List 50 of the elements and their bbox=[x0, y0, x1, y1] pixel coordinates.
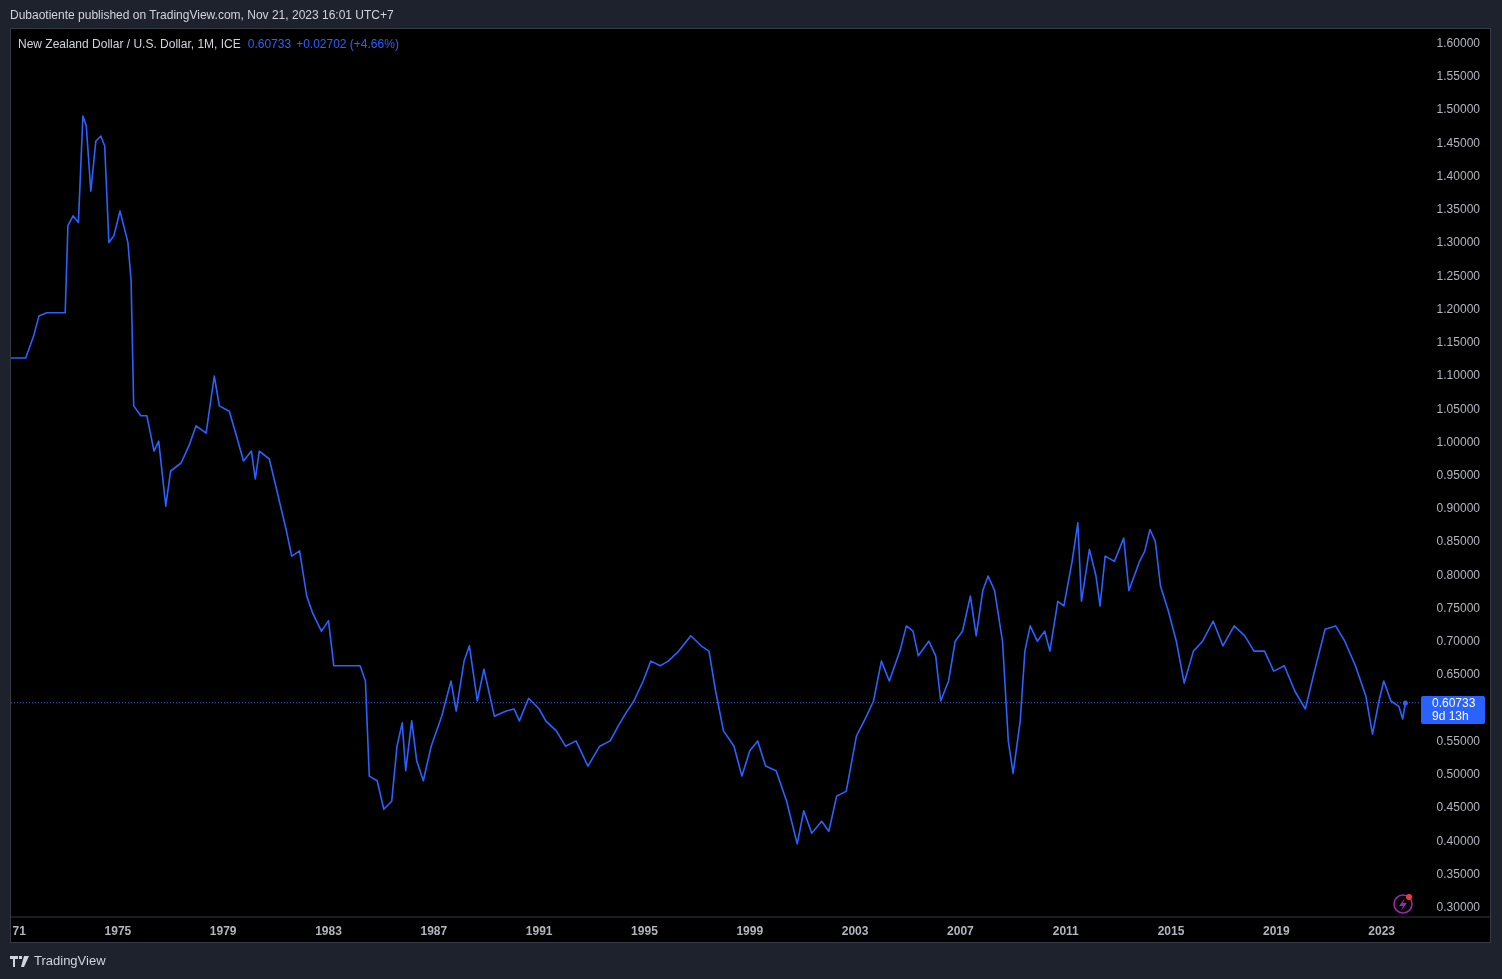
x-axis-label: 1979 bbox=[209, 924, 237, 938]
tradingview-logo-icon[interactable] bbox=[10, 955, 30, 967]
y-axis-label: 0.95000 bbox=[1436, 468, 1481, 482]
x-axis-label: 2015 bbox=[1157, 924, 1185, 938]
x-axis-label: 2007 bbox=[947, 924, 974, 938]
x-axis-label: 1995 bbox=[631, 924, 658, 938]
x-axis-label: 2003 bbox=[841, 924, 869, 938]
y-axis-label: 0.30000 bbox=[1436, 900, 1481, 915]
y-axis-label: 0.70000 bbox=[1436, 634, 1481, 649]
y-axis-label: 1.40000 bbox=[1436, 168, 1481, 183]
x-axis-label: 1975 bbox=[104, 924, 132, 938]
y-axis-label: 0.35000 bbox=[1436, 866, 1481, 881]
x-axis-label: 1999 bbox=[736, 924, 764, 938]
x-axis-label: 1987 bbox=[420, 924, 448, 938]
x-axis-label: 1991 bbox=[525, 924, 553, 938]
symbol-title: New Zealand Dollar / U.S. Dollar, 1M, ICE bbox=[18, 37, 241, 51]
y-axis-label: 0.40000 bbox=[1436, 833, 1481, 848]
last-point-marker bbox=[1402, 700, 1408, 706]
y-axis-label: 1.30000 bbox=[1436, 235, 1481, 250]
lightning-icon[interactable] bbox=[1393, 894, 1413, 914]
publisher-line: Dubaotiente published on TradingView.com, Nov 21, 2023 16:01 UTC+7 bbox=[9, 7, 395, 24]
y-axis-label: 0.75000 bbox=[1436, 600, 1481, 615]
x-axis-label: 2011 bbox=[1052, 924, 1079, 938]
y-axis-label: 1.10000 bbox=[1436, 368, 1481, 383]
y-axis-label: 0.80000 bbox=[1436, 567, 1481, 582]
x-axis-label: 2023 bbox=[1368, 924, 1396, 938]
price-change: +0.02702 (+4.66%) bbox=[296, 37, 399, 51]
y-axis-label: 1.50000 bbox=[1436, 102, 1481, 117]
x-axis-label: 1983 bbox=[315, 924, 342, 938]
y-axis-label: 1.20000 bbox=[1436, 301, 1481, 316]
ref-line-label: 0.60733 bbox=[1432, 696, 1477, 710]
y-axis-label: 1.00000 bbox=[1436, 434, 1481, 449]
y-axis-label: 1.45000 bbox=[1436, 135, 1481, 150]
y-axis-label: 0.85000 bbox=[1436, 534, 1481, 549]
y-axis-label: 1.15000 bbox=[1436, 335, 1481, 350]
y-axis-label: 0.55000 bbox=[1436, 733, 1481, 748]
x-axis-label: 71 bbox=[12, 924, 26, 938]
brand-name[interactable]: TradingView bbox=[34, 951, 106, 971]
y-axis-label: 1.25000 bbox=[1436, 268, 1481, 283]
y-axis-label: 0.90000 bbox=[1436, 501, 1481, 516]
y-axis-label: 0.50000 bbox=[1436, 767, 1481, 782]
last-price: 0.60733 bbox=[247, 37, 292, 51]
x-axis-label: 2019 bbox=[1263, 924, 1290, 938]
y-axis-label: 0.45000 bbox=[1436, 800, 1481, 815]
y-axis-label: 0.65000 bbox=[1436, 667, 1481, 682]
y-axis-label: 1.05000 bbox=[1436, 401, 1481, 416]
y-axis-label: 1.55000 bbox=[1436, 69, 1481, 84]
y-axis-label: 1.35000 bbox=[1436, 202, 1481, 217]
price-label: 0.60733 9d 13h bbox=[1421, 696, 1485, 724]
y-axis-label: 1.60000 bbox=[1436, 35, 1481, 50]
